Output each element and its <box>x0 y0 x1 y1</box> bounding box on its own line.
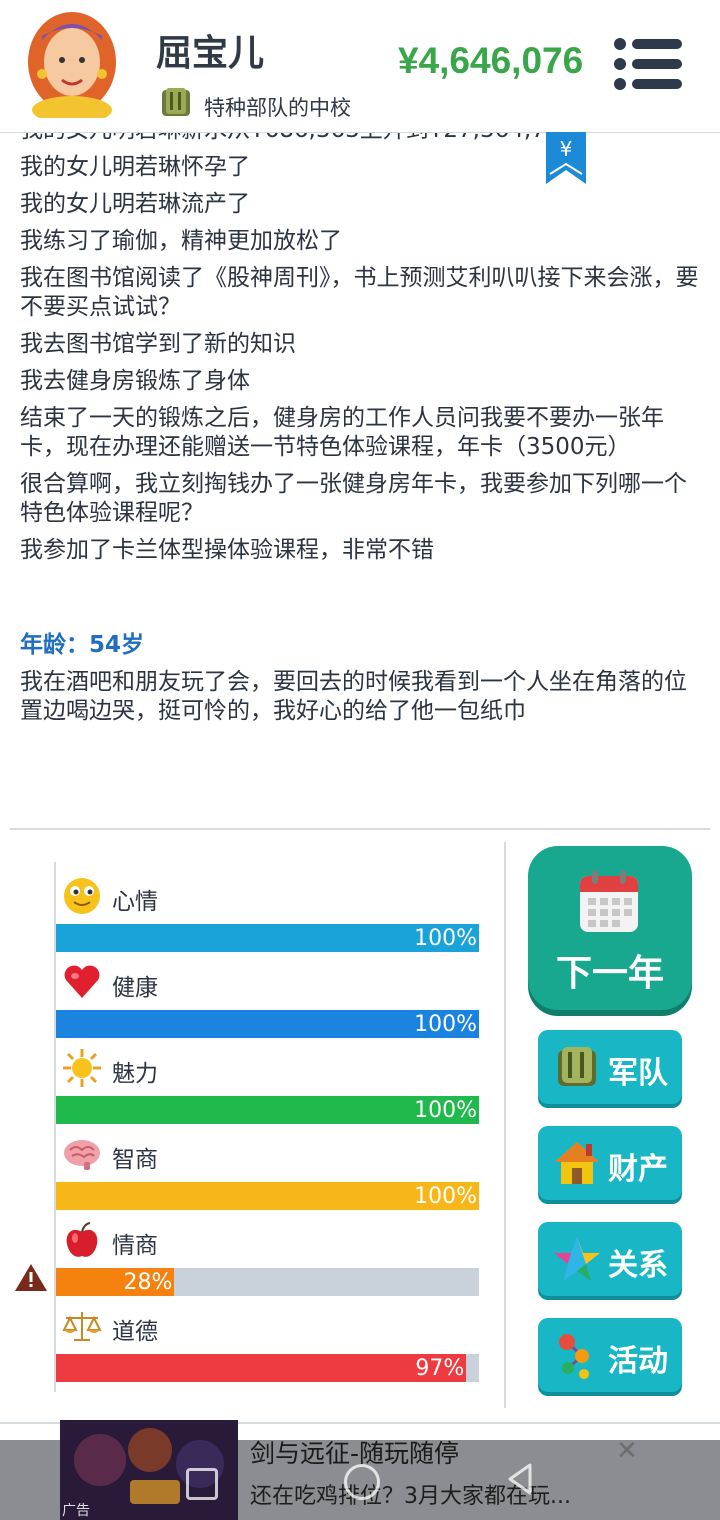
stat-bar: 100% <box>56 924 479 952</box>
property-label: 财产 <box>608 1152 668 1187</box>
log-entry: 我去图书馆学到了新的知识 <box>20 331 296 357</box>
stat-percent: 100% <box>414 1184 477 1209</box>
next-year-button[interactable]: 下一年 <box>528 846 692 1010</box>
stat-fill: 100% <box>56 924 479 952</box>
relations-button[interactable]: 关系 <box>538 1222 682 1296</box>
scale-icon <box>62 1312 102 1341</box>
log-entry: 很合算啊，我立刻掏钱办了一张健身房年卡，我要参加下列哪一个特色体验课程呢？ <box>20 471 687 526</box>
stat-bar: 97% <box>56 1354 479 1382</box>
star-icon <box>554 1237 600 1281</box>
army-button[interactable]: 军队 <box>538 1030 682 1104</box>
military-rank-icon <box>162 88 190 116</box>
avatar[interactable] <box>26 10 118 118</box>
activity-dots-icon <box>559 1334 589 1379</box>
stat-fill: 100% <box>56 1096 479 1124</box>
log-entry: 我练习了瑜伽，精神更加放松了 <box>20 228 342 254</box>
stat-percent: 100% <box>414 926 477 951</box>
log-entry: 我参加了卡兰体型操体验课程，非常不错 <box>20 537 434 563</box>
money-bookmark-icon[interactable]: ¥ <box>546 132 586 184</box>
calendar-icon <box>580 870 638 932</box>
event-log[interactable]: 我的女儿明若琳薪水从¥686,363上升到¥27,364,781 我的女儿明若琳… <box>20 117 704 734</box>
next-year-label: 下一年 <box>555 953 664 994</box>
stat-label: 魅力 <box>112 1061 158 1087</box>
stat-label: 心情 <box>112 889 158 915</box>
log-entry: 我的女儿明若琳怀孕了 <box>20 154 250 180</box>
back-icon[interactable] <box>506 1462 534 1496</box>
age-heading: 年龄：54岁 <box>20 632 145 658</box>
activities-label: 活动 <box>608 1344 668 1379</box>
army-label: 军队 <box>608 1056 668 1091</box>
stat-bar: 28% <box>56 1268 479 1296</box>
activities-button[interactable]: 活动 <box>538 1318 682 1392</box>
stat-percent: 100% <box>414 1098 477 1123</box>
stat-bar: 100% <box>56 1096 479 1124</box>
close-icon[interactable]: ✕ <box>616 1436 638 1466</box>
money-balance: ¥4,646,076 <box>398 40 584 81</box>
stats-panel: 心情 100% 健康 100% 魅力 100% 智商 100% 情商 28% 道… <box>54 862 480 1392</box>
ad-tag: 广告 <box>62 1503 90 1519</box>
stat-fill: 100% <box>56 1182 479 1210</box>
apple-icon <box>66 1222 98 1257</box>
stat-fill: 28% <box>56 1268 175 1296</box>
log-entry: 结束了一天的锻炼之后，健身房的工作人员问我要不要办一张年卡，现在办理还能赠送一节… <box>20 405 664 460</box>
stat-bar: 100% <box>56 1182 479 1210</box>
sun-icon <box>63 1049 101 1087</box>
stat-label: 道德 <box>112 1319 158 1345</box>
stat-percent: 97% <box>415 1356 465 1381</box>
house-icon <box>555 1142 599 1184</box>
military-icon <box>558 1047 596 1086</box>
svg-text:¥: ¥ <box>560 137 573 161</box>
property-button[interactable]: 财产 <box>538 1126 682 1200</box>
brain-icon <box>64 1140 100 1170</box>
warning-icon <box>15 1264 47 1291</box>
log-entry: 我在酒吧和朋友玩了会，要回去的时候我看到一个人坐在角落的位置边喝边哭，挺可怜的，… <box>20 669 687 724</box>
home-icon[interactable] <box>344 1464 380 1500</box>
stat-bar: 100% <box>56 1010 479 1038</box>
menu-icon[interactable] <box>612 36 684 92</box>
stat-percent: 100% <box>414 1012 477 1037</box>
stat-fill: 97% <box>56 1354 467 1382</box>
stat-percent: 28% <box>123 1270 173 1295</box>
stat-fill: 100% <box>56 1010 479 1038</box>
smiley-icon <box>64 878 100 914</box>
heart-icon <box>64 965 100 998</box>
stat-label: 健康 <box>112 975 158 1001</box>
log-entry: 我的女儿明若琳流产了 <box>20 191 250 217</box>
recent-apps-icon[interactable] <box>186 1468 218 1500</box>
player-rank: 特种部队的中校 <box>204 96 351 120</box>
stat-label: 情商 <box>112 1233 158 1259</box>
divider <box>10 828 710 830</box>
header-bar: 屈宝儿 特种部队的中校 ¥4,646,076 <box>0 0 720 133</box>
log-entry: 我去健身房锻炼了身体 <box>20 368 250 394</box>
relations-label: 关系 <box>608 1248 668 1283</box>
player-name: 屈宝儿 <box>156 33 265 74</box>
log-entry: 我在图书馆阅读了《股神周刊》，书上预测艾利叭叭接下来会涨，要不要买点试试？ <box>20 265 699 320</box>
stat-label: 智商 <box>112 1147 158 1173</box>
vertical-separator <box>504 842 506 1408</box>
